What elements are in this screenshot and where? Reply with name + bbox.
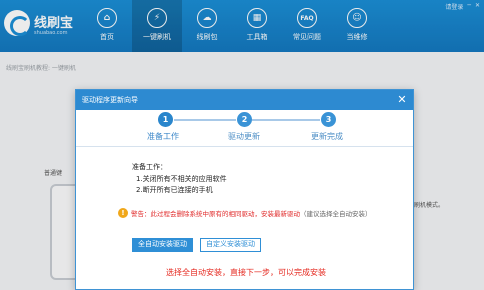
step-connector (174, 119, 236, 121)
step-2-label: 驱动更新 (228, 132, 260, 141)
step-2-number: 2 (237, 112, 252, 127)
dialog-titlebar: 驱动程序更新向导 ✕ (76, 90, 413, 110)
prep-item: 2.断开所有已连接的手机 (136, 186, 213, 194)
warning-note: （建议选择全自动安装） (300, 210, 372, 218)
divider (76, 146, 413, 147)
driver-update-dialog: 驱动程序更新向导 ✕ 1 2 3 准备工作 驱动更新 更新完成 准备工作： 1.… (75, 89, 414, 290)
prep-item: 1.关闭所有不相关的应用软件 (136, 174, 227, 183)
warning-text: 此过程会删除系统中原有的相同驱动，安装最新驱动 (150, 210, 301, 218)
step-1-label: 准备工作 (147, 132, 179, 141)
step-connector (252, 119, 320, 121)
hint-text: 选择全自动安装，直接下一步，可以完成安装 (166, 268, 326, 277)
warning-message: ! 警告： 此过程会删除系统中原有的相同驱动，安装最新驱动 （建议选择全自动安装… (118, 208, 372, 218)
step-3-label: 更新完成 (311, 132, 343, 141)
step-indicator: 1 2 3 准备工作 驱动更新 更新完成 (76, 110, 413, 146)
step-3-number: 3 (321, 112, 336, 127)
custom-install-button[interactable]: 自定义安装驱动 (200, 238, 261, 252)
dialog-title: 驱动程序更新向导 (82, 96, 138, 104)
auto-install-button[interactable]: 全自动安装驱动 (132, 238, 193, 252)
warning-icon: ! (118, 208, 128, 218)
close-icon[interactable]: ✕ (395, 93, 409, 107)
preparation-instructions: 准备工作： 1.关闭所有不相关的应用软件 2.断开所有已连接的手机 (132, 162, 227, 197)
warning-key: 警告： (131, 210, 151, 218)
step-1-number: 1 (158, 112, 173, 127)
prep-title: 准备工作： (132, 163, 167, 171)
